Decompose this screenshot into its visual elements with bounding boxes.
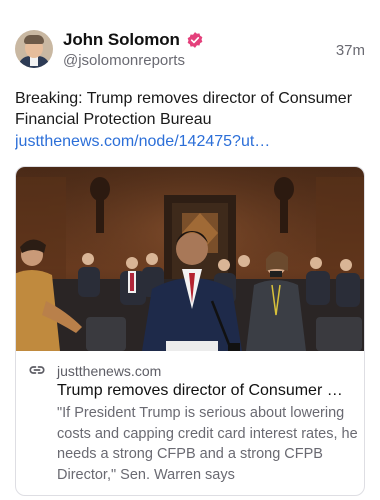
card-thumbnail-image[interactable] bbox=[16, 167, 364, 351]
post[interactable]: John Solomon @jsolomonreports 37m Breaki… bbox=[0, 0, 380, 500]
timestamp: 37m bbox=[335, 42, 365, 59]
avatar[interactable] bbox=[15, 30, 53, 68]
post-header: John Solomon @jsolomonreports 37m bbox=[15, 30, 365, 70]
card-description: "If President Trump is serious about low… bbox=[57, 405, 358, 483]
handle[interactable]: @jsolomonreports bbox=[63, 52, 185, 69]
name-row: John Solomon bbox=[63, 30, 204, 50]
link-preview-card[interactable]: justthenews.com Trump removes director o… bbox=[15, 166, 365, 496]
verified-badge-icon bbox=[187, 32, 203, 48]
link-icon bbox=[29, 366, 45, 374]
display-name[interactable]: John Solomon bbox=[63, 30, 180, 50]
card-domain: justthenews.com bbox=[57, 363, 162, 379]
card-meta: justthenews.com Trump removes director o… bbox=[16, 351, 364, 495]
post-link[interactable]: justthenews.com/node/142475?ut… bbox=[15, 131, 365, 152]
card-title[interactable]: Trump removes director of Consumer … bbox=[57, 382, 357, 400]
post-text: Breaking: Trump removes director of Cons… bbox=[15, 90, 353, 128]
